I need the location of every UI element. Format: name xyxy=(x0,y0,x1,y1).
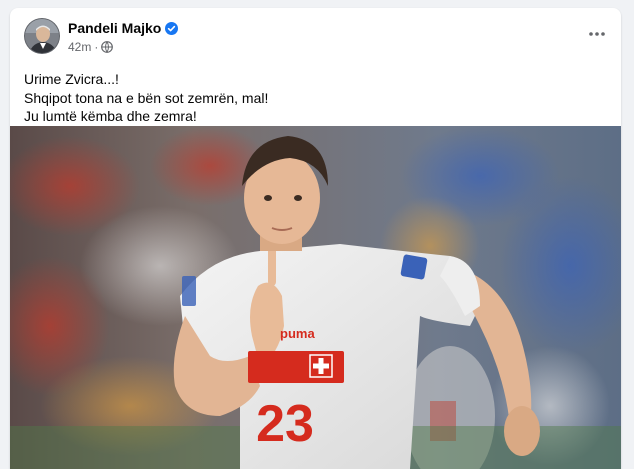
author-name[interactable]: Pandeli Majko xyxy=(68,20,161,36)
post-photo[interactable]: 23 puma xyxy=(10,126,621,469)
more-options-button[interactable] xyxy=(583,20,611,48)
jersey-brand: puma xyxy=(280,326,315,341)
globe-icon[interactable] xyxy=(101,41,114,53)
meta-separator: · xyxy=(94,40,99,54)
jersey-number: 23 xyxy=(256,395,314,453)
facebook-post-card: Pandeli Majko 42m · Urime Zvicra...! Shq… xyxy=(10,8,621,469)
post-message: Urime Zvicra...! Shqipot tona na e bën s… xyxy=(24,70,607,126)
post-header: Pandeli Majko 42m · xyxy=(10,8,621,64)
verified-badge-icon xyxy=(165,21,179,35)
author-row: Pandeli Majko xyxy=(68,20,179,36)
more-horizontal-icon xyxy=(589,32,605,36)
post-meta: 42m · xyxy=(68,40,114,54)
post-line-1: Urime Zvicra...! xyxy=(24,71,119,87)
author-avatar[interactable] xyxy=(24,18,60,54)
post-line-2: Shqipot tona na e bën sot zemrën, mal! xyxy=(24,89,269,106)
post-line-3: Ju lumtë këmba dhe zemra! xyxy=(24,108,197,124)
post-timestamp[interactable]: 42m xyxy=(68,40,91,54)
